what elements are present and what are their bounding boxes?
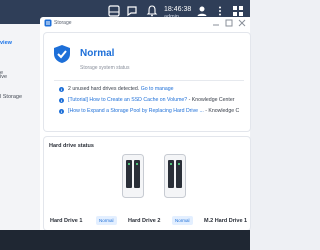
tutorial-link[interactable]: [Tutorial] How to Create an SSD Cache on…	[68, 97, 187, 103]
apps-icon[interactable]	[232, 5, 244, 17]
status-card	[44, 33, 250, 131]
sidebar-item-storage[interactable]: l Storage	[0, 94, 22, 100]
info-row-3: [How to Expand a Storage Pool by Replaci…	[68, 108, 240, 114]
maximize-icon[interactable]	[225, 19, 233, 27]
status-title: Normal	[80, 48, 115, 59]
close-icon[interactable]	[238, 19, 246, 27]
expand-pool-link[interactable]: [How to Expand a Storage Pool by Replaci…	[68, 108, 204, 114]
storage-app-icon	[44, 19, 52, 27]
drive-1-name[interactable]: Hard Drive 1	[50, 218, 82, 224]
hard-drive-status-card	[44, 137, 250, 230]
divider	[54, 80, 244, 81]
info-icon: i	[59, 109, 64, 114]
m2-drive-1-name[interactable]: M.2 Hard Drive 1	[204, 218, 247, 224]
manage-link[interactable]: Go to manage	[141, 86, 174, 92]
shield-check-icon	[54, 45, 70, 63]
user-avatar-icon[interactable]	[196, 5, 208, 17]
status-badge: Normal	[172, 216, 193, 225]
window-title: Storage	[54, 20, 72, 26]
info-row-2: [Tutorial] How to Create an SSD Cache on…	[68, 97, 235, 103]
sidebar-item-drive[interactable]: ive	[0, 74, 7, 80]
status-subtitle: Storage system status	[80, 65, 130, 71]
notification-icon[interactable]	[146, 5, 158, 17]
tray-icon[interactable]	[108, 5, 120, 17]
bottom-bar	[0, 230, 250, 250]
sidebar-item-overview[interactable]: view	[0, 40, 12, 46]
drive-2-name[interactable]: Hard Drive 2	[128, 218, 160, 224]
minimize-icon[interactable]	[212, 19, 220, 27]
chat-icon[interactable]	[126, 5, 138, 17]
info-row-1: 2 unused hard drives detected. Go to man…	[68, 86, 174, 92]
clock: 18:46:38	[164, 6, 192, 13]
status-badge: Normal	[96, 216, 117, 225]
hard-drive-status-title: Hard drive status	[49, 143, 94, 149]
nas-unit-icon	[164, 154, 186, 198]
more-icon[interactable]	[214, 5, 226, 17]
info-icon: i	[59, 98, 64, 103]
nas-unit-icon	[122, 154, 144, 198]
sidebar: view e ive l Storage	[0, 24, 40, 230]
info-icon: i	[59, 87, 64, 92]
